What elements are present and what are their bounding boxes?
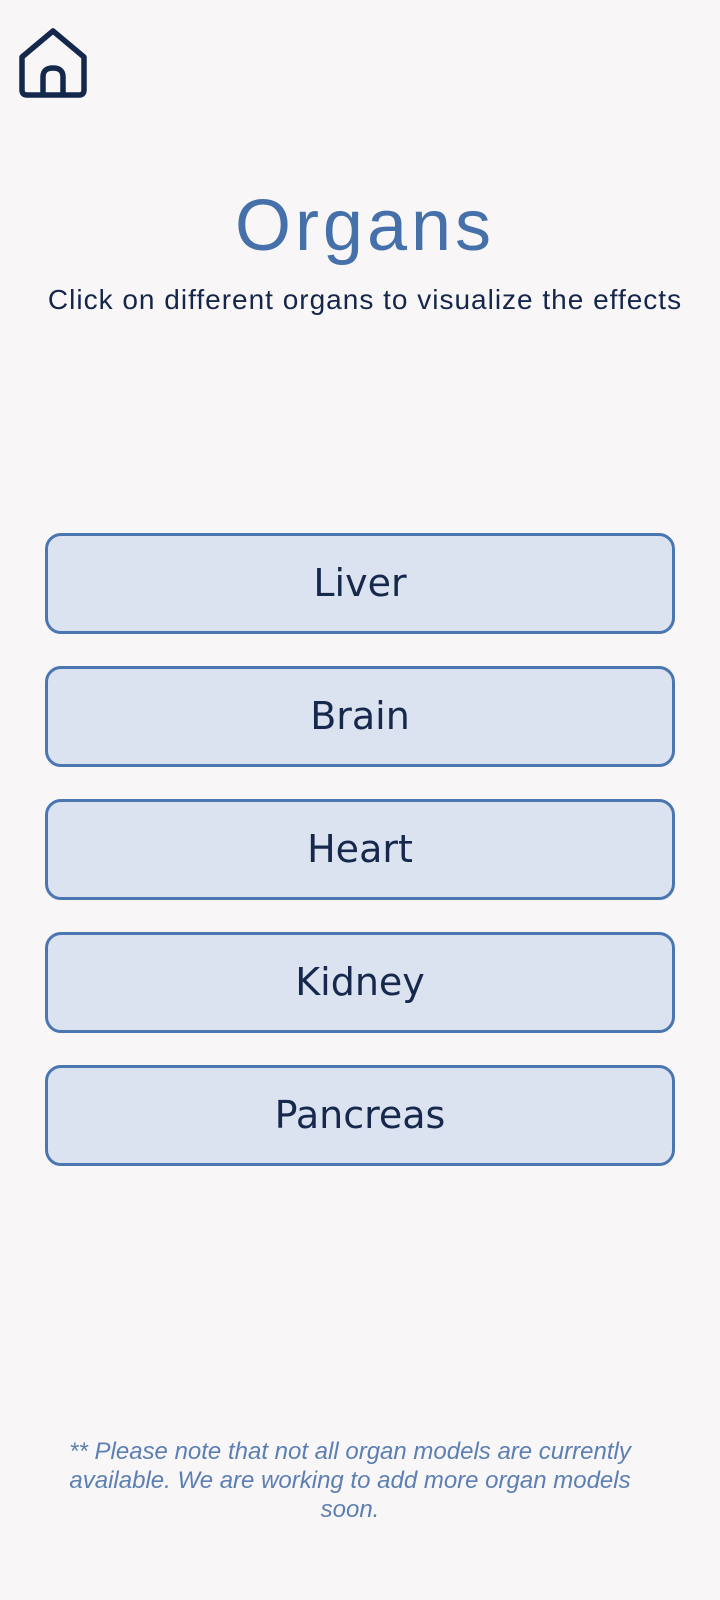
home-icon [19, 28, 87, 98]
brain-button[interactable]: Brain [45, 666, 675, 767]
page-title: Organs [234, 186, 496, 266]
liver-button[interactable]: Liver [45, 533, 675, 634]
page-subtitle: Click on different organs to visualize t… [47, 284, 683, 315]
home-button[interactable] [17, 26, 89, 100]
availability-note: ** Please note that not all organ models… [69, 1438, 631, 1523]
pancreas-button[interactable]: Pancreas [45, 1065, 675, 1166]
heart-button[interactable]: Heart [45, 799, 675, 900]
kidney-button[interactable]: Kidney [45, 932, 675, 1033]
organ-list: Liver Brain Heart Kidney Pancreas [45, 533, 677, 1198]
